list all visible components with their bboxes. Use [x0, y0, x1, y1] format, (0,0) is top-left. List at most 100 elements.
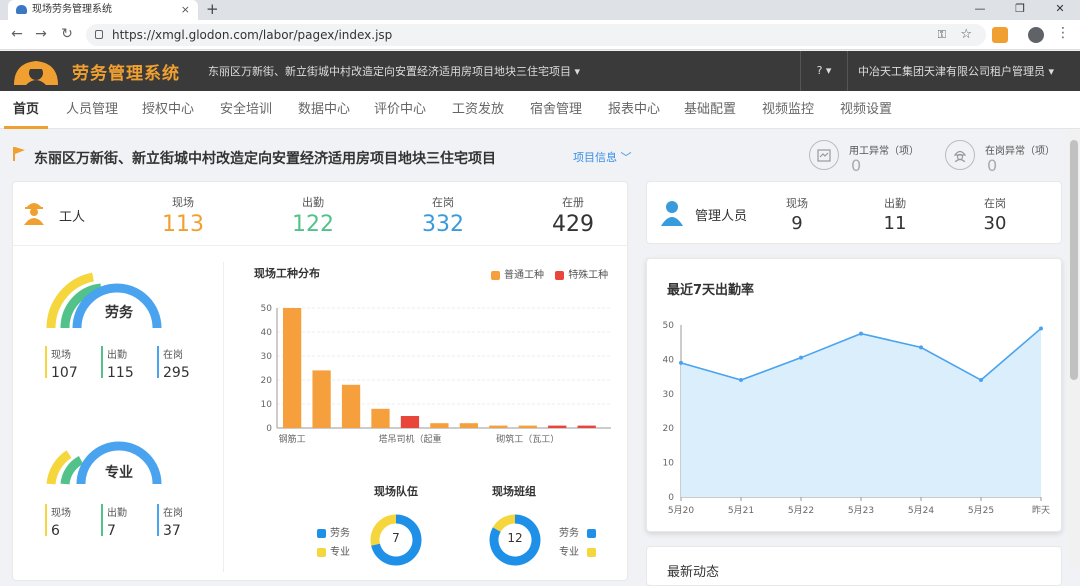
- menu-kebab-icon[interactable]: ⋮: [1054, 25, 1072, 41]
- bar: [341, 384, 361, 428]
- flag-icon: [13, 147, 25, 161]
- professional-stat-onpost: 在岗 37: [157, 504, 183, 539]
- data-point: [679, 360, 683, 365]
- workers-stat-onsite: 现场 113: [153, 194, 213, 237]
- legend-swatch-special: [555, 270, 565, 280]
- bookmark-star-icon[interactable]: ☆: [960, 24, 972, 46]
- scrollbar-thumb[interactable]: [1070, 140, 1078, 380]
- mini-label: 现场: [51, 508, 71, 519]
- manager-person-icon: [661, 201, 683, 226]
- nav-eval[interactable]: 评价中心: [368, 91, 432, 129]
- y-tick-label: 20: [261, 376, 273, 386]
- minimize-icon[interactable]: —: [960, 0, 1000, 20]
- bar: [371, 408, 390, 428]
- nav-home[interactable]: 首页: [4, 91, 48, 129]
- x-tick-label: 5月21: [728, 505, 754, 516]
- abnormal-label: 用工异常（项）: [849, 146, 919, 157]
- extension-icon[interactable]: [992, 27, 1008, 43]
- y-tick-label: 0: [266, 424, 272, 434]
- group-legend-prof: 专业: [559, 543, 596, 558]
- help-menu[interactable]: ? ▾: [800, 51, 848, 91]
- legend-swatch-normal: [491, 270, 500, 280]
- project-info-link[interactable]: 项目信息 ﹀: [573, 149, 632, 165]
- mini-label: 出勤: [107, 350, 127, 361]
- forward-icon[interactable]: →: [32, 26, 50, 42]
- nav-video[interactable]: 视频监控: [756, 91, 820, 129]
- mini-value: 6: [51, 523, 60, 539]
- professional-gauge: [46, 441, 162, 485]
- stat-label: 出勤: [884, 197, 906, 210]
- labor-gauge: [46, 272, 162, 329]
- app-header: 劳务管理系统 东丽区万新街、新立街城中村改造定向安置经济适用房项目地块三住宅项目…: [0, 51, 1080, 91]
- profile-icon[interactable]: [1028, 27, 1044, 43]
- bar: [577, 425, 596, 428]
- nav-auth[interactable]: 授权中心: [136, 91, 200, 129]
- nav-safety[interactable]: 安全培训: [214, 91, 278, 129]
- stat-label: 出勤: [302, 196, 324, 209]
- key-icon[interactable]: ⚿: [938, 24, 946, 46]
- back-icon[interactable]: ←: [8, 26, 26, 42]
- workers-summary: 工人 现场 113 出勤 122 在岗 332 在册 429: [13, 182, 629, 246]
- nav-data[interactable]: 数据中心: [292, 91, 356, 129]
- nav-personnel[interactable]: 人员管理: [60, 91, 124, 129]
- stat-label: 现场: [172, 196, 194, 209]
- nav-wages[interactable]: 工资发放: [446, 91, 510, 129]
- mini-value: 37: [163, 523, 181, 539]
- project-select[interactable]: 东丽区万新街、新立街城中村改造定向安置经济适用房项目地块三住宅项目 ▾: [208, 63, 580, 79]
- restore-icon[interactable]: ❐: [1000, 0, 1040, 20]
- url-text: https://xmgl.glodon.com/labor/pagex/inde…: [112, 28, 393, 42]
- data-point: [799, 355, 803, 360]
- donut-slice: [492, 514, 516, 533]
- legend-label-normal: 普通工种: [504, 270, 544, 281]
- professional-gauge-title: 专业: [105, 465, 133, 481]
- managers-stat-onsite: 现场 9: [767, 195, 827, 234]
- team-legend-prof: 专业: [317, 543, 350, 558]
- mini-label: 出勤: [107, 508, 127, 519]
- nav-video-settings[interactable]: 视频设置: [834, 91, 898, 129]
- close-tab-icon[interactable]: ×: [181, 0, 190, 20]
- workers-title: 工人: [59, 210, 86, 225]
- y-tick-label: 10: [663, 459, 675, 469]
- workers-stat-registered: 在册 429: [543, 194, 603, 237]
- group-donut-center: 12: [507, 531, 523, 545]
- tab-title: 现场劳务管理系统: [32, 4, 112, 15]
- url-field[interactable]: https://xmgl.glodon.com/labor/pagex/inde…: [86, 24, 986, 46]
- stat-value: 122: [292, 212, 334, 237]
- managers-stat-attendance: 出勤 11: [865, 195, 925, 234]
- bar: [430, 423, 449, 428]
- nav-config[interactable]: 基础配置: [678, 91, 742, 129]
- logo-icon: [14, 61, 58, 85]
- main-nav: 首页 人员管理 授权中心 安全培训 数据中心 评价中心 工资发放 宿舍管理 报表…: [0, 91, 1080, 129]
- workers-stat-onpost: 在岗 332: [413, 194, 473, 237]
- browser-tab[interactable]: 现场劳务管理系统 ×: [8, 0, 198, 20]
- project-title: 东丽区万新街、新立街城中村改造定向安置经济适用房项目地块三住宅项目: [34, 151, 496, 167]
- new-tab-button[interactable]: +: [206, 0, 219, 18]
- x-tick-label: 昨天: [1032, 504, 1050, 516]
- bar: [400, 416, 420, 428]
- user-menu[interactable]: 中冶天工集团天津有限公司租户管理员 ▾: [858, 63, 1054, 79]
- reload-icon[interactable]: ↻: [58, 26, 76, 42]
- nav-dorm[interactable]: 宿舍管理: [524, 91, 588, 129]
- calendar-icon: [809, 140, 839, 170]
- address-bar-row: ← → ↻ https://xmgl.glodon.com/labor/page…: [0, 20, 1080, 50]
- data-point: [1039, 326, 1043, 331]
- y-tick-label: 10: [261, 400, 273, 410]
- close-window-icon[interactable]: ✕: [1040, 0, 1080, 20]
- labor-stat-onsite: 现场 107: [45, 346, 78, 381]
- page-scrollbar[interactable]: [1068, 130, 1080, 568]
- worker-helmet-icon: [945, 140, 975, 170]
- stat-value: 332: [422, 212, 464, 237]
- legend-label: 专业: [330, 547, 350, 558]
- stat-label: 在册: [562, 196, 584, 209]
- area-fill: [681, 328, 1041, 497]
- abnormal-value: 0: [851, 156, 862, 175]
- browser-tab-strip: 现场劳务管理系统 × + — ❐ ✕: [0, 0, 1080, 20]
- y-tick-label: 40: [663, 355, 675, 365]
- y-tick-label: 40: [261, 328, 273, 338]
- attendance-area-chart: 0 10 20 30 40 50 5月20 5月21 5月22 5月23 5月24 5月25 昨天: [663, 321, 1050, 516]
- stat-value: 429: [552, 212, 594, 237]
- nav-reports[interactable]: 报表中心: [602, 91, 666, 129]
- news-card: 最新动态: [646, 546, 1062, 586]
- x-tick-label: 5月25: [968, 505, 994, 516]
- professional-stat-attendance: 出勤 7: [101, 504, 127, 539]
